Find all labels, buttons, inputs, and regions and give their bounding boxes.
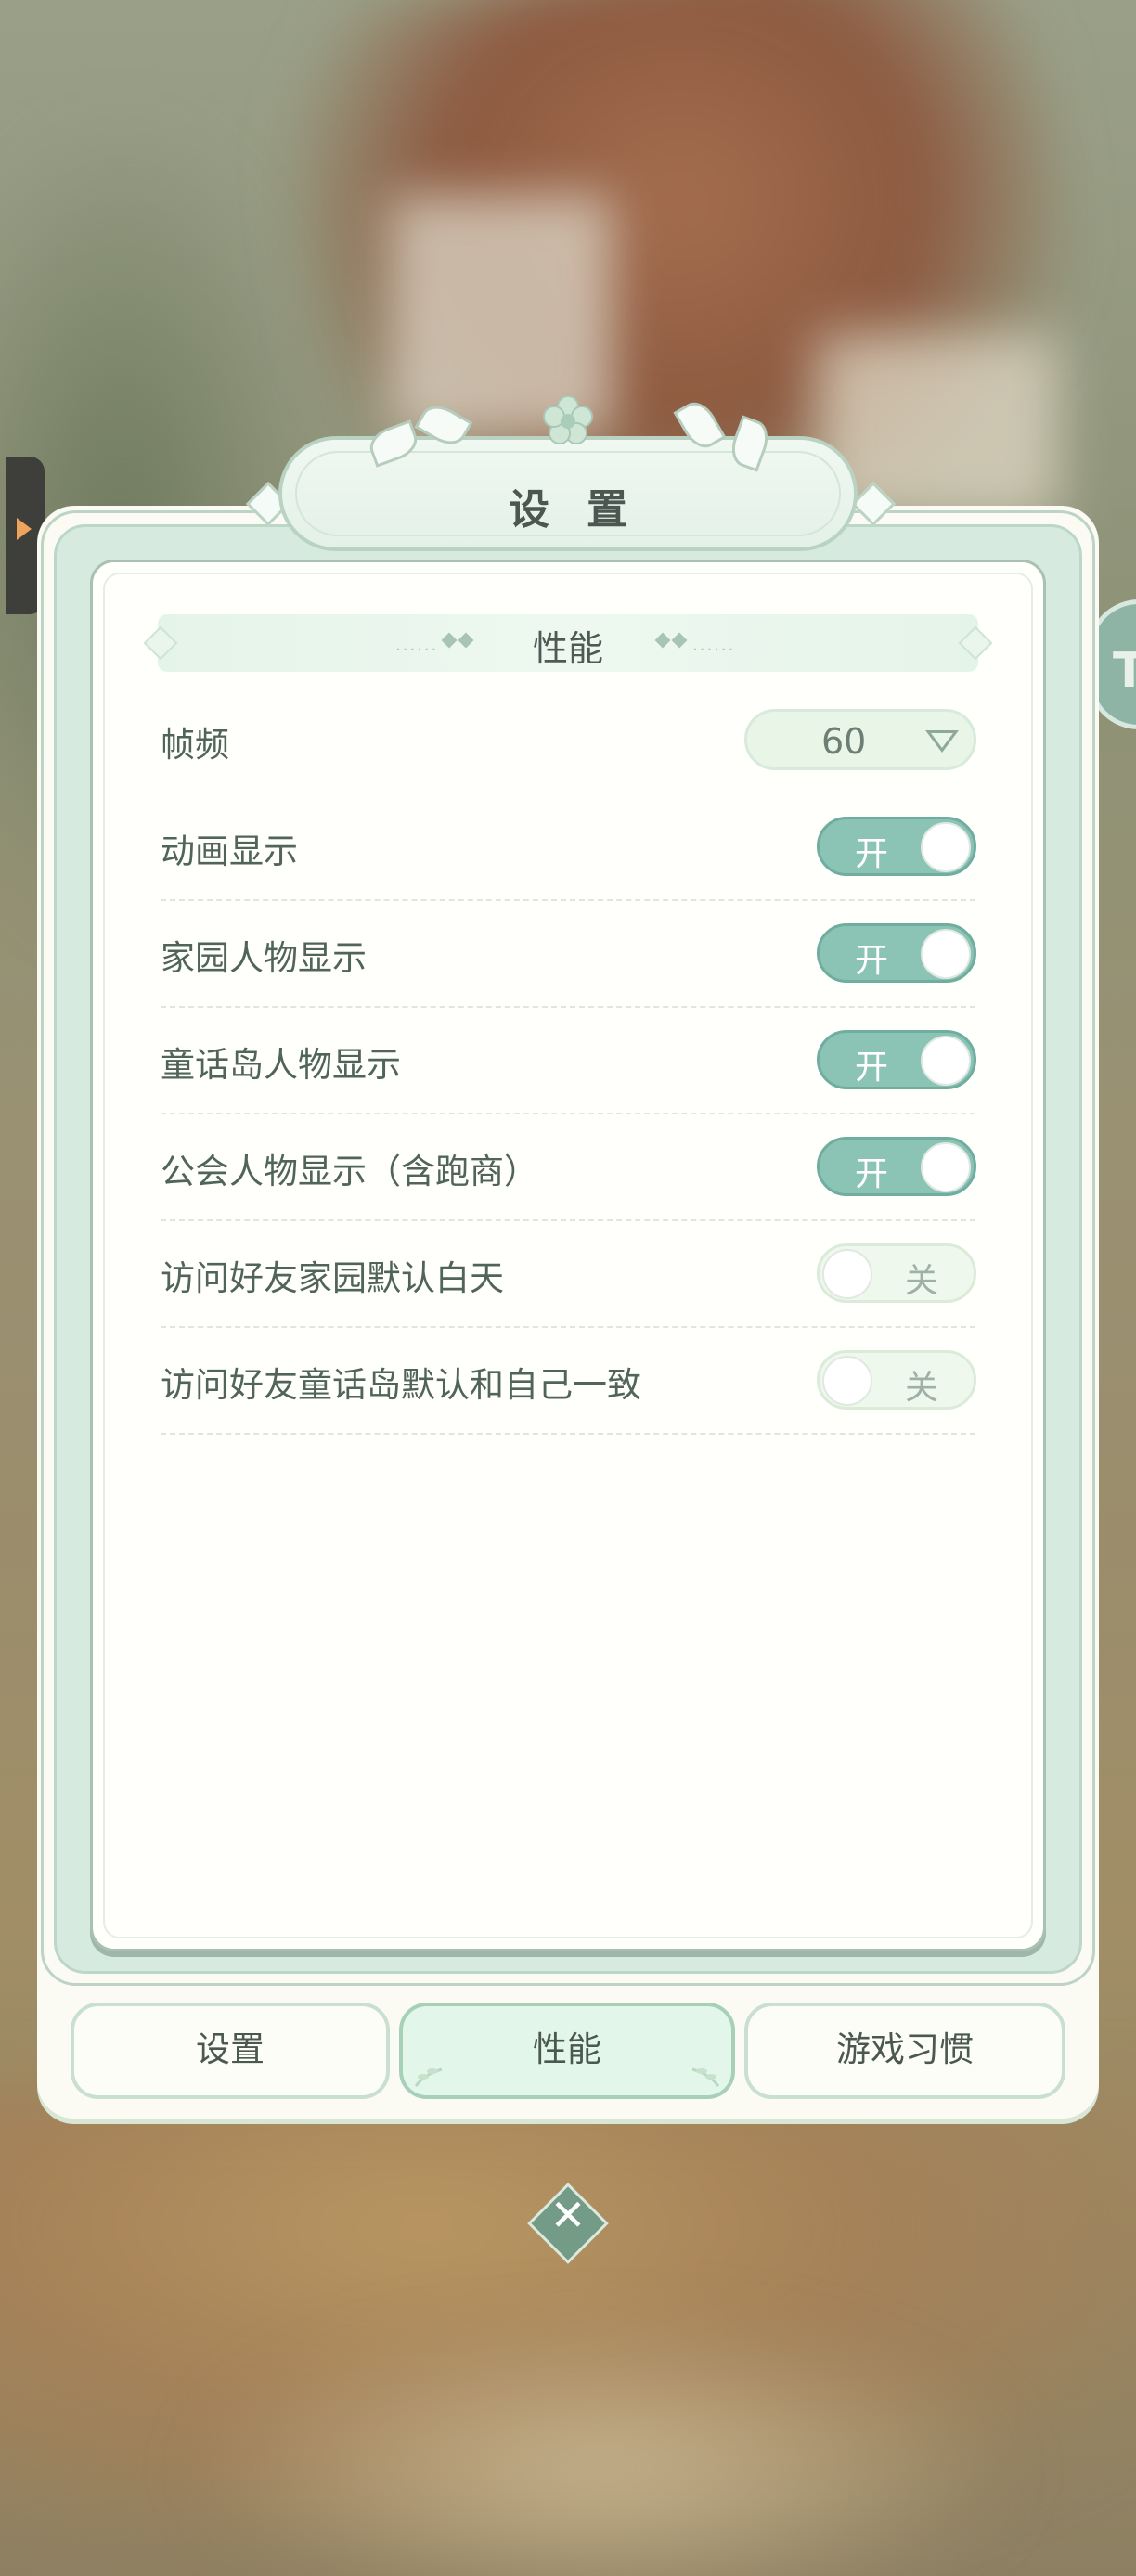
- setting-label-visit-island-same: 访问好友童话岛默认和自己一致: [161, 1365, 641, 1405]
- tab-label: 性能: [533, 2029, 601, 2069]
- tab-label: 设置: [196, 2029, 265, 2069]
- dialog-title: 设置: [509, 486, 665, 534]
- toggle-knob: [921, 929, 971, 979]
- toggle-animation[interactable]: 开: [817, 817, 976, 876]
- toggle-guild-characters[interactable]: 开: [817, 1137, 976, 1196]
- toggle-state: 关: [904, 1262, 938, 1300]
- toggle-visit-island-same[interactable]: 关: [817, 1350, 976, 1410]
- sprig-ornament-icon: [691, 2067, 720, 2087]
- toggle-state: 开: [855, 942, 889, 980]
- toggle-visit-home-daytime[interactable]: 关: [817, 1243, 976, 1303]
- flower-ornament-icon: [543, 395, 593, 444]
- tab-game-habits[interactable]: 游戏习惯: [744, 2003, 1065, 2099]
- tab-performance[interactable]: 性能: [399, 2003, 735, 2099]
- toggle-knob: [921, 1142, 971, 1192]
- toggle-knob: [822, 1356, 872, 1406]
- row-divider: [161, 1113, 975, 1114]
- setting-label-visit-home-daytime: 访问好友家园默认白天: [161, 1258, 504, 1298]
- tab-label: 游戏习惯: [836, 2029, 974, 2069]
- toggle-state: 关: [904, 1369, 938, 1407]
- toggle-state: 开: [855, 1155, 889, 1193]
- setting-label-home-characters: 家园人物显示: [161, 938, 367, 978]
- frame-rate-label: 帧频: [161, 725, 229, 765]
- sprig-ornament-icon: [414, 2067, 443, 2087]
- tab-settings[interactable]: 设置: [71, 2003, 390, 2099]
- setting-label-animation: 动画显示: [161, 831, 298, 871]
- row-divider: [161, 899, 975, 901]
- section-title: 性能: [532, 628, 603, 669]
- toggle-state: 开: [855, 835, 889, 873]
- row-divider: [161, 1433, 975, 1435]
- toggle-knob: [921, 822, 971, 872]
- frame-rate-value: 60: [821, 721, 867, 762]
- toggle-knob: [921, 1036, 971, 1086]
- frame-rate-dropdown[interactable]: 60: [744, 709, 976, 770]
- setting-label-island-characters: 童话岛人物显示: [161, 1045, 401, 1085]
- toggle-home-characters[interactable]: 开: [817, 923, 976, 983]
- toggle-knob: [822, 1249, 872, 1299]
- setting-label-guild-characters: 公会人物显示（含跑商）: [161, 1152, 538, 1191]
- close-icon: ✕: [549, 2190, 587, 2240]
- toggle-state: 开: [855, 1049, 889, 1087]
- toggle-island-characters[interactable]: 开: [817, 1030, 976, 1089]
- row-divider: [161, 1326, 975, 1328]
- row-divider: [161, 1219, 975, 1221]
- close-button[interactable]: ✕: [527, 2183, 609, 2264]
- row-divider: [161, 1006, 975, 1008]
